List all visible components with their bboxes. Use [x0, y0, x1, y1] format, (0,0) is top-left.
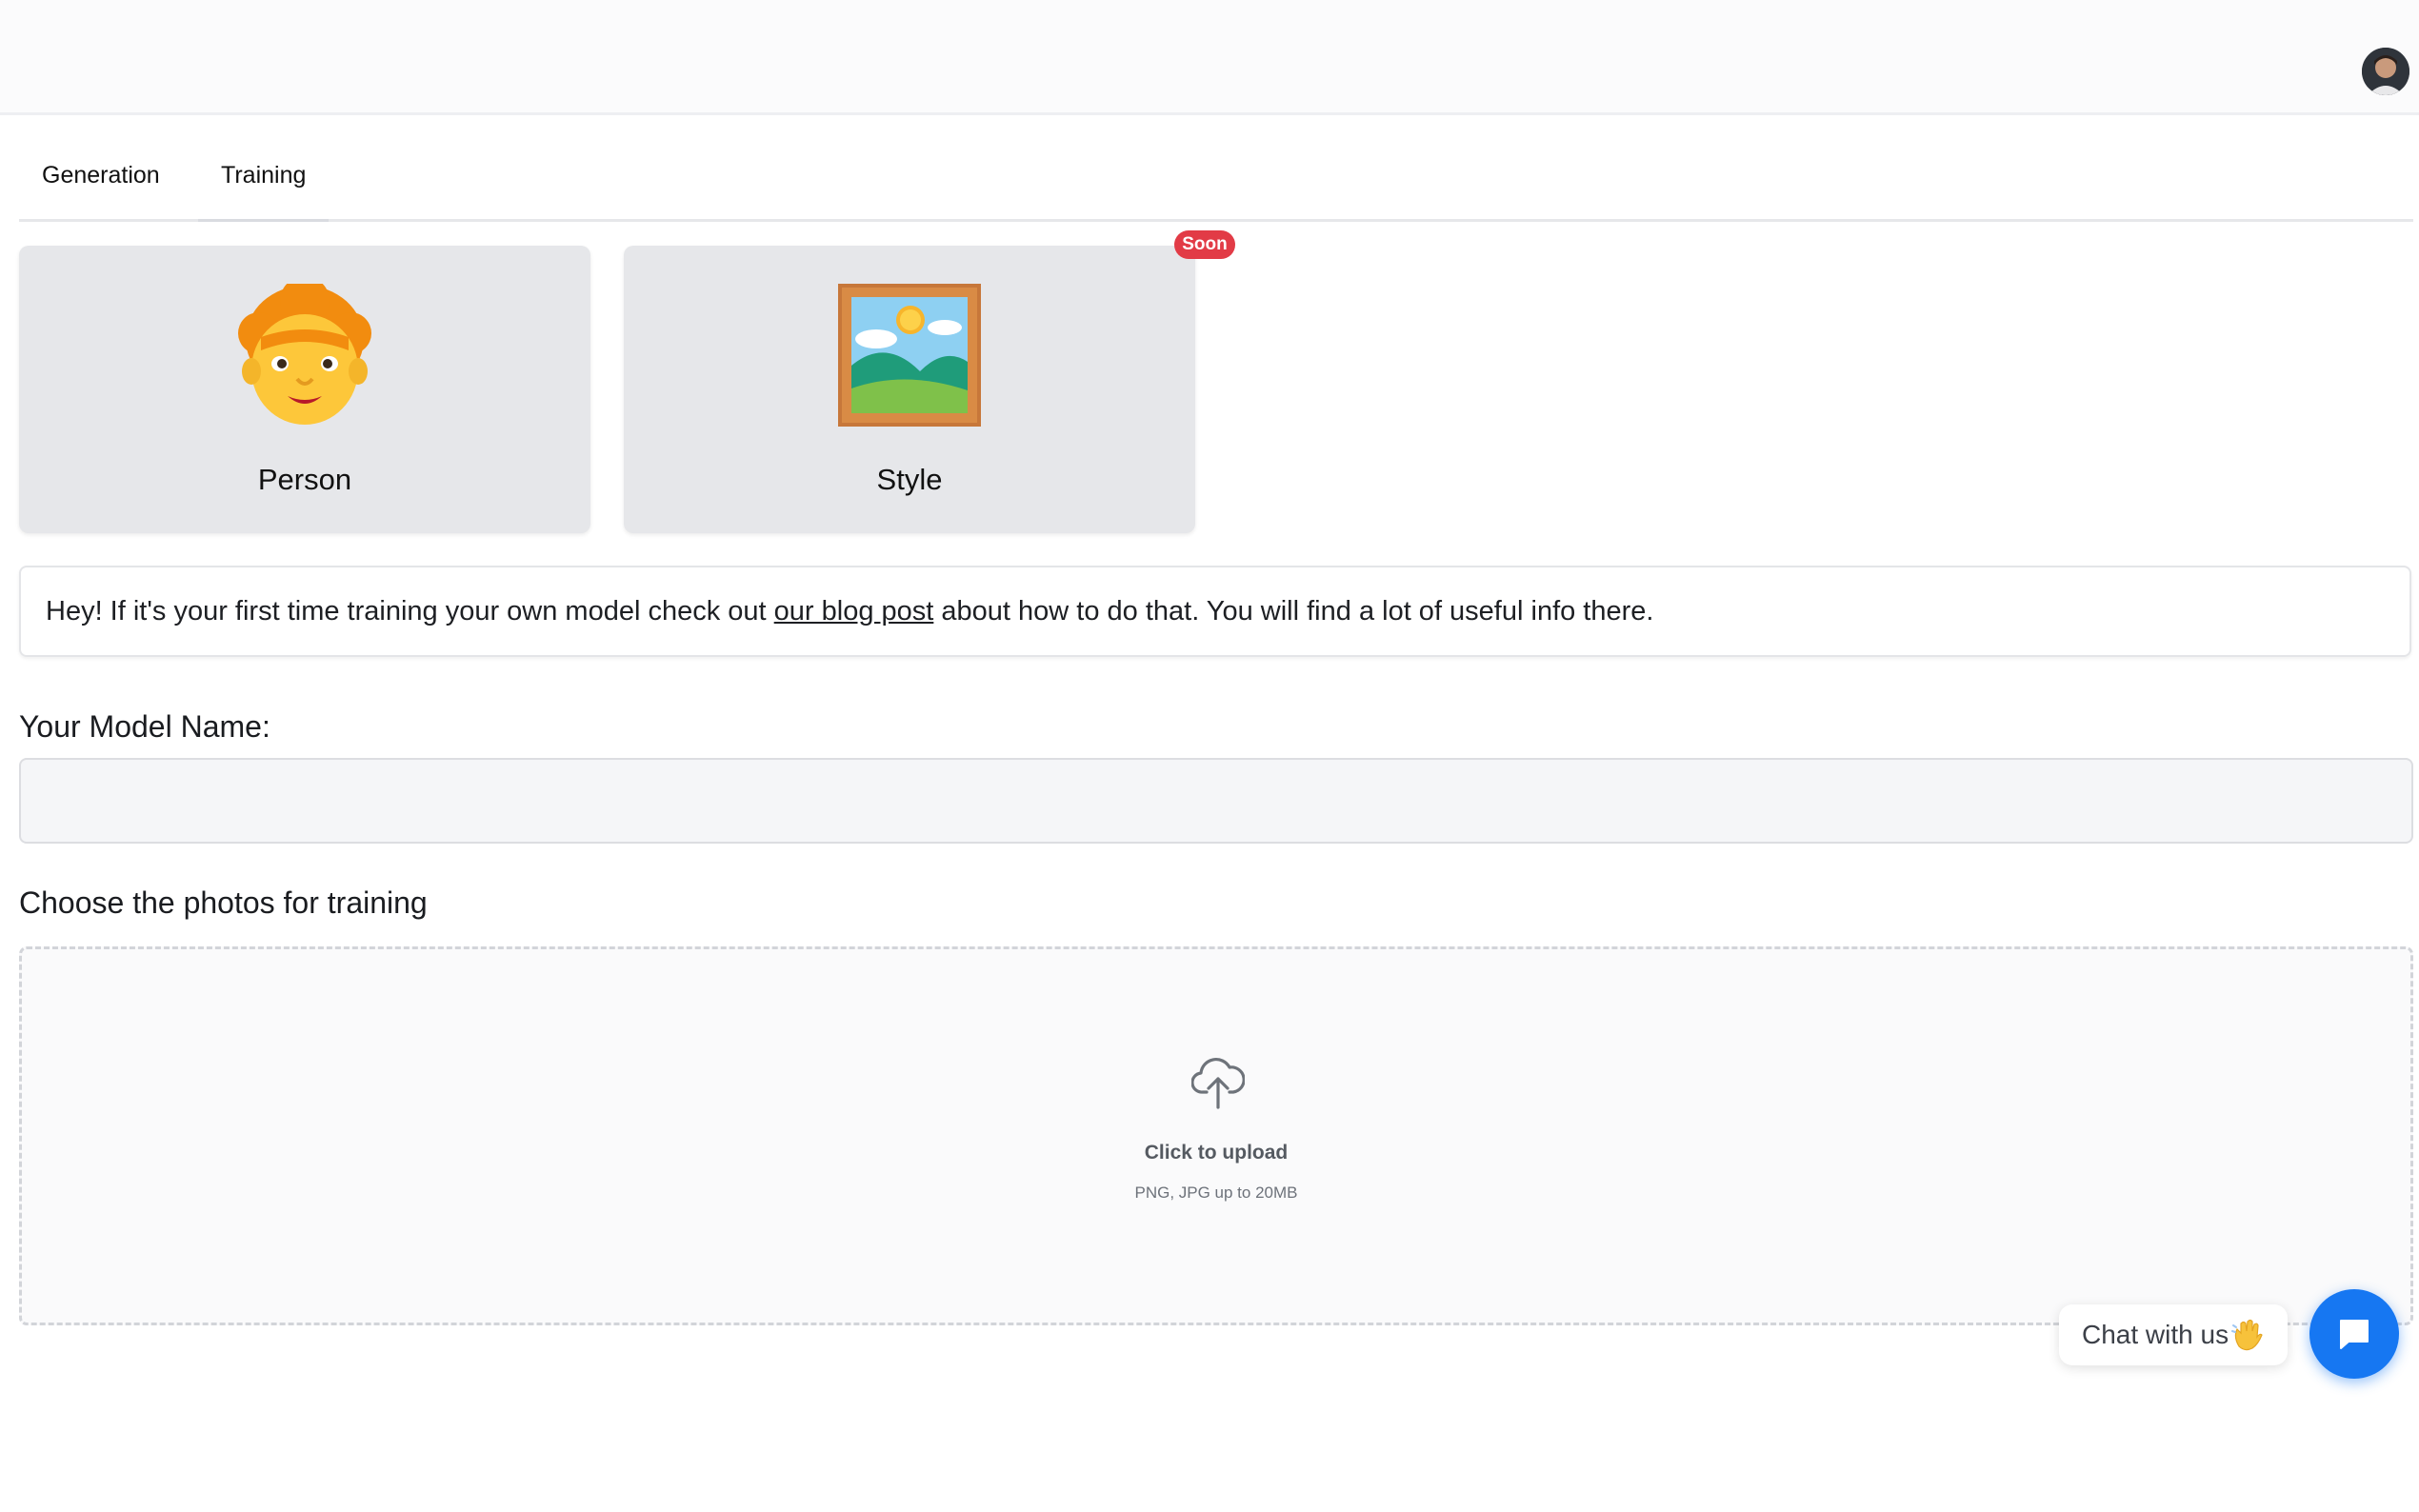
- soon-badge: Soon: [1174, 230, 1235, 259]
- avatar-image: [2362, 48, 2409, 95]
- blog-post-link[interactable]: our blog post: [774, 596, 934, 627]
- tab-training[interactable]: Training: [198, 143, 330, 222]
- model-name-label: Your Model Name:: [19, 709, 270, 744]
- framed-picture-icon: [838, 284, 981, 431]
- chat-label: Chat with us: [2082, 1320, 2229, 1349]
- person-emoji-icon: [238, 276, 371, 431]
- cloud-upload-icon: [1190, 1054, 1246, 1116]
- style-label: Style: [876, 463, 943, 496]
- tab-generation[interactable]: Generation: [19, 143, 183, 219]
- info-text-after: about how to do that. You will find a lo…: [933, 596, 1654, 627]
- style-card[interactable]: Style: [624, 246, 1195, 533]
- top-bar: [0, 0, 2419, 115]
- chat-open-button[interactable]: [2309, 1289, 2399, 1379]
- upload-subtitle: PNG, JPG up to 20MB: [1134, 1184, 1298, 1202]
- chat-with-us-pill[interactable]: Chat with us: [2059, 1304, 2288, 1365]
- waving-hand-icon: [2231, 1318, 2264, 1357]
- info-text-before: Hey! If it's your first time training yo…: [46, 596, 774, 627]
- photos-label: Choose the photos for training: [19, 885, 428, 920]
- person-card[interactable]: Person: [19, 246, 590, 533]
- upload-title: Click to upload: [1144, 1142, 1289, 1164]
- info-callout: Hey! If it's your first time training yo…: [19, 566, 2411, 657]
- person-label: Person: [257, 463, 352, 496]
- user-avatar[interactable]: [2362, 48, 2409, 95]
- chat-bubble-icon: [2340, 1320, 2369, 1349]
- tab-bar: Generation Training: [19, 143, 2413, 222]
- upload-dropzone[interactable]: Click to upload PNG, JPG up to 20MB: [19, 946, 2413, 1325]
- model-name-input[interactable]: [19, 758, 2413, 844]
